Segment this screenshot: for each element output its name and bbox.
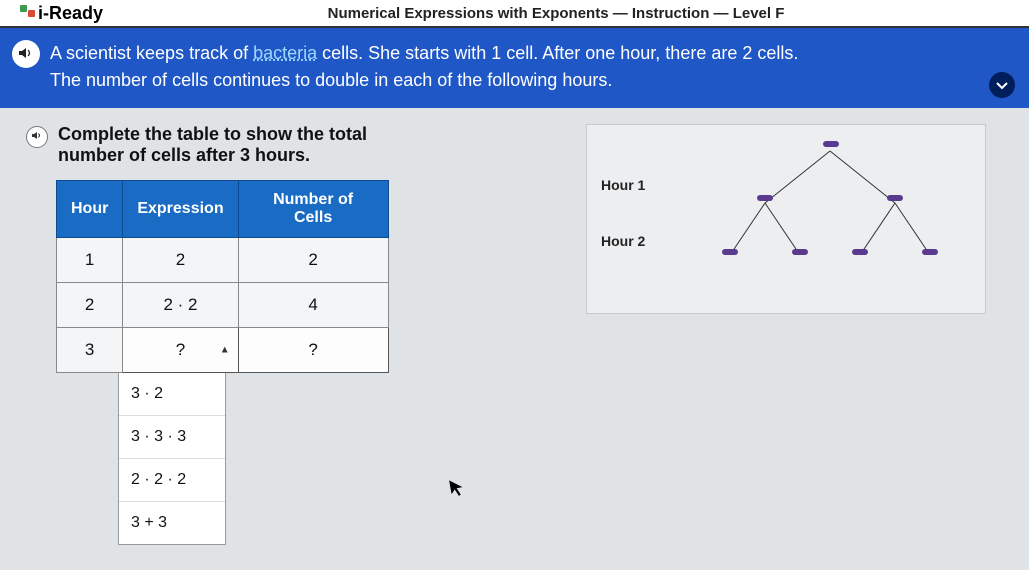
audio-icon (18, 44, 34, 65)
cell-expr: 2 · 2 (123, 283, 238, 328)
header-bar: i-Ready Numerical Expressions with Expon… (0, 0, 1029, 28)
input-value: ? (308, 340, 317, 359)
instruction-line1: Complete the table to show the total (58, 124, 367, 145)
dropdown-value: ? (176, 340, 185, 359)
option-item[interactable]: 3 · 2 (119, 373, 225, 416)
problem-banner: A scientist keeps track of bacteria cell… (0, 28, 1029, 108)
breadcrumb: Numerical Expressions with Exponents — I… (103, 5, 1009, 22)
banner-text-pre: A scientist keeps track of (50, 43, 253, 63)
left-column: Complete the table to show the total num… (26, 124, 546, 545)
caret-up-icon: ▲ (220, 345, 230, 356)
diagram-label-hour2: Hour 2 (601, 233, 645, 249)
col-expression: Expression (123, 181, 238, 238)
banner-line1: A scientist keeps track of bacteria cell… (50, 40, 969, 67)
option-item[interactable]: 3 + 3 (119, 502, 225, 544)
col-hour: Hour (57, 181, 123, 238)
banner-text-post: cells. She starts with 1 cell. After one… (317, 43, 798, 63)
banner-line2: The number of cells continues to double … (50, 67, 969, 94)
dropdown-options: 3 · 2 3 · 3 · 3 2 · 2 · 2 3 + 3 (118, 373, 226, 545)
keyword-bacteria[interactable]: bacteria (253, 43, 317, 63)
logo-text: i-Ready (38, 3, 103, 24)
chevron-down-icon (996, 75, 1008, 96)
cell-num: 4 (238, 283, 388, 328)
instruction-speaker-button[interactable] (26, 126, 48, 148)
tree-diagram: Hour 1 Hour 2 (586, 124, 986, 314)
instruction-line2: number of cells after 3 hours. (58, 145, 367, 166)
instruction: Complete the table to show the total num… (26, 124, 546, 166)
cell-hour: 2 (57, 283, 123, 328)
col-number: Number of Cells (238, 181, 388, 238)
table-header-row: Hour Expression Number of Cells (57, 181, 389, 238)
logo: i-Ready (20, 3, 103, 24)
cell-hour: 1 (57, 238, 123, 283)
data-table: Hour Expression Number of Cells 1 2 2 2 … (56, 180, 389, 373)
diagram-label-hour1: Hour 1 (601, 177, 645, 193)
expression-dropdown[interactable]: ? ▲ (123, 328, 238, 373)
table-row: 3 ? ▲ ? (57, 328, 389, 373)
table-row: 1 2 2 (57, 238, 389, 283)
number-input[interactable]: ? (238, 328, 388, 373)
content-area: Complete the table to show the total num… (0, 108, 1029, 561)
audio-icon (31, 131, 43, 143)
tree-svg (685, 133, 975, 303)
collapse-button[interactable] (989, 72, 1015, 98)
cell-hour: 3 (57, 328, 123, 373)
cell-num: 2 (238, 238, 388, 283)
option-item[interactable]: 3 · 3 · 3 (119, 416, 225, 459)
option-item[interactable]: 2 · 2 · 2 (119, 459, 225, 502)
cell-expr: 2 (123, 238, 238, 283)
logo-icon (20, 5, 36, 21)
right-column: Hour 1 Hour 2 (586, 124, 1003, 545)
instruction-text: Complete the table to show the total num… (58, 124, 367, 166)
speaker-button[interactable] (12, 40, 40, 68)
table-row: 2 2 · 2 4 (57, 283, 389, 328)
